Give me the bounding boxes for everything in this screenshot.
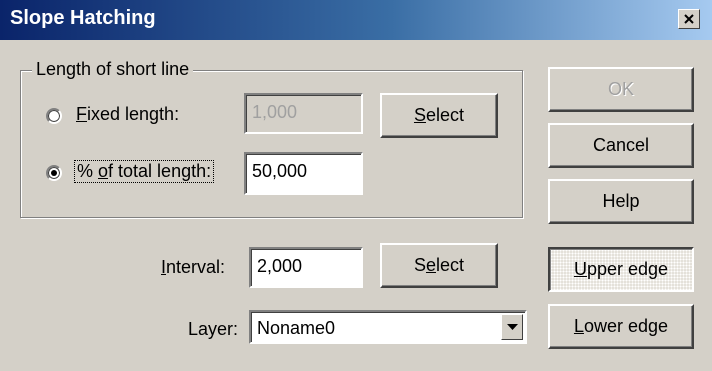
interval-input[interactable]: 2,000 <box>249 247 363 288</box>
fixed-length-radio[interactable] <box>46 108 62 124</box>
close-button[interactable] <box>678 9 700 29</box>
layer-label: Layer: <box>188 319 239 339</box>
lower-edge-button[interactable]: Lower edge <box>548 304 694 349</box>
title-bar: Slope Hatching <box>0 0 712 40</box>
window-title: Slope Hatching <box>10 7 156 29</box>
radio-selected-dot <box>51 170 57 176</box>
interval-select-button[interactable]: Select <box>380 243 498 288</box>
interval-label: Interval: <box>161 257 226 277</box>
layer-value: Noname0 <box>257 318 336 338</box>
fixed-length-input[interactable]: 1,000 <box>244 93 363 134</box>
ok-button[interactable]: OK <box>548 67 694 112</box>
fixed-length-select-button[interactable]: Select <box>380 93 498 138</box>
fixed-length-label[interactable]: Fixed length: <box>76 104 179 125</box>
dropdown-arrow-button[interactable] <box>501 314 523 340</box>
group-legend: Length of short line <box>32 59 194 80</box>
percent-length-radio[interactable] <box>46 165 62 181</box>
close-icon <box>684 14 694 24</box>
help-button[interactable]: Help <box>548 179 694 224</box>
percent-length-label[interactable]: % of total length: <box>74 160 215 183</box>
layer-dropdown[interactable]: Noname0 <box>249 310 527 344</box>
slope-hatching-dialog: Slope Hatching Length of short line Fixe… <box>0 0 712 371</box>
percent-length-input[interactable]: 50,000 <box>244 152 363 195</box>
cancel-button[interactable]: Cancel <box>548 123 694 168</box>
upper-edge-button[interactable]: Upper edge <box>548 247 694 292</box>
chevron-down-icon <box>507 324 518 330</box>
